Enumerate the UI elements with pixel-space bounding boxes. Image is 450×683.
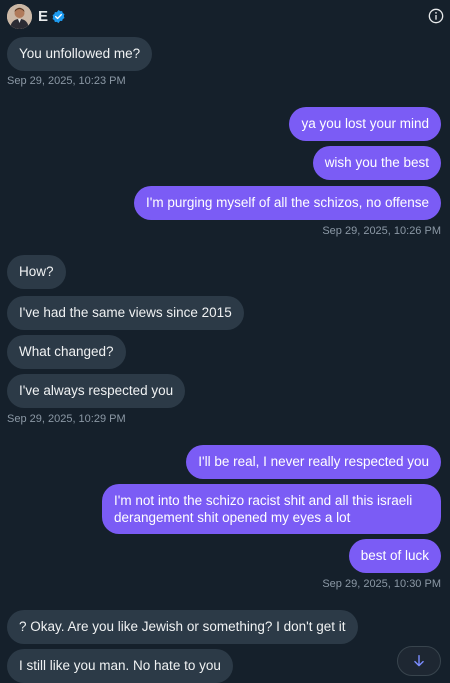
info-icon[interactable]	[428, 8, 444, 24]
message-timestamp: Sep 29, 2025, 10:29 PM	[7, 413, 126, 425]
contact-name[interactable]: E	[38, 8, 48, 25]
outgoing-message[interactable]: I'll be real, I never really respected y…	[186, 445, 441, 479]
outgoing-message[interactable]: wish you the best	[312, 146, 441, 180]
outgoing-message[interactable]: I'm purging myself of all the schizos, n…	[134, 186, 441, 220]
arrow-down-icon	[414, 655, 424, 667]
scroll-to-bottom-button[interactable]	[397, 646, 441, 676]
incoming-message[interactable]: You unfollowed me?	[7, 37, 153, 71]
message-timestamp: Sep 29, 2025, 10:26 PM	[322, 225, 441, 237]
avatar-image	[7, 4, 32, 29]
incoming-message[interactable]: I still like you man. No hate to you	[7, 649, 233, 683]
conversation-header: E	[0, 0, 450, 34]
outgoing-message[interactable]: I'm not into the schizo racist shit and …	[102, 484, 441, 534]
message-timestamp: Sep 29, 2025, 10:23 PM	[7, 75, 126, 87]
incoming-message[interactable]: How?	[7, 255, 66, 289]
incoming-message[interactable]: What changed?	[7, 335, 126, 369]
incoming-message[interactable]: I've had the same views since 2015	[7, 296, 244, 330]
outgoing-message[interactable]: best of luck	[348, 539, 441, 573]
message-timestamp: Sep 29, 2025, 10:30 PM	[322, 578, 441, 590]
incoming-message[interactable]: I've always respected you	[7, 374, 186, 408]
outgoing-message[interactable]: ya you lost your mind	[289, 107, 441, 141]
verified-badge-icon	[52, 9, 65, 24]
incoming-message[interactable]: ? Okay. Are you like Jewish or something…	[7, 610, 358, 644]
avatar[interactable]	[7, 4, 32, 29]
